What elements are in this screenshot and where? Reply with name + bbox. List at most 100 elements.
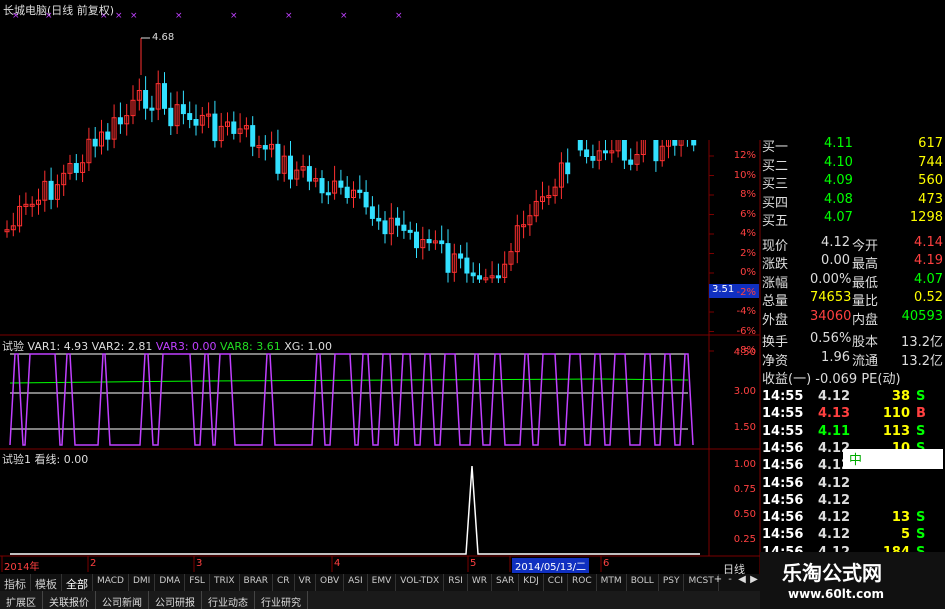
bid-label: 买三 [762, 177, 789, 192]
date-tick: 6 [603, 558, 610, 569]
indicator-tab[interactable]: CR [273, 574, 295, 591]
stat-label: 内盘 [852, 312, 879, 328]
indicator2-tick: 1.00 [733, 459, 756, 470]
tick-price: 4.12 [818, 475, 851, 491]
indicator-tab[interactable]: CCI [544, 574, 569, 591]
badge-text: 中 [849, 453, 863, 468]
bid-price: 4.10 [824, 154, 853, 170]
bid-volume: 744 [918, 154, 943, 170]
bid-label: 买二 [762, 158, 789, 174]
stat-label: 最低 [852, 275, 879, 291]
indicator1-name: 试验 [2, 340, 24, 353]
indicator1-tick: 1.50 [733, 422, 756, 433]
indicator-tab[interactable]: BRAR [240, 574, 274, 591]
indicator2-tick: 0.25 [733, 534, 756, 545]
stat-label: 流通 [852, 353, 879, 369]
indicator-tab[interactable]: EMV [368, 574, 397, 591]
indicator-tab[interactable]: DMI [129, 574, 156, 591]
bottom-tab[interactable]: 行业动态 [202, 591, 255, 609]
stat-label: 最高 [852, 257, 879, 272]
indicator-tab[interactable]: RSI [444, 574, 468, 591]
bottom-tab[interactable]: 关联报价 [43, 591, 96, 609]
candle-body [275, 143, 281, 174]
percent-tick: 12% [733, 150, 756, 161]
spike-line [10, 465, 700, 555]
stat-label: 涨跌 [762, 257, 789, 272]
indicator1-tick: 3.00 [733, 386, 756, 397]
indicator-tab[interactable]: ASI [344, 574, 368, 591]
bottom-tab[interactable]: 公司新闻 [96, 591, 149, 609]
tick-volume: 113 [882, 423, 910, 439]
indicator-tab[interactable]: FSL [185, 574, 210, 591]
percent-tick: 2% [740, 247, 756, 259]
candle-body [357, 189, 363, 193]
scroll-button[interactable]: + [712, 574, 724, 591]
candle-body [149, 107, 155, 111]
date-tick: 2 [90, 558, 97, 569]
candle-body [426, 239, 432, 244]
indicator1-tick: 4.50 [733, 347, 756, 358]
indicator-tab[interactable]: MTM [597, 574, 627, 591]
scroll-button[interactable]: ▶ [748, 574, 760, 591]
candle-body [306, 166, 312, 182]
percent-tick: -4% [736, 306, 756, 317]
signal-marker: × [115, 11, 123, 21]
stat-row: 现价 4.12 今开 4.14 [760, 235, 945, 254]
window-title: 长城电脑(日线 前复权) [3, 4, 115, 17]
tick-price: 4.12 [818, 492, 851, 508]
stat-value: 13.2亿 [901, 353, 943, 369]
scroll-button[interactable]: ◀ [736, 574, 748, 591]
stat-row: 换手 0.56% 股本 13.2亿 [760, 331, 945, 350]
indicator-tab[interactable]: KDJ [519, 574, 544, 591]
indicator1-var: VAR2: 2.81 [88, 340, 153, 353]
floating-badge[interactable]: 中 [843, 449, 943, 469]
indicator-tab[interactable]: VR [295, 574, 316, 591]
candle-body [395, 217, 401, 226]
bid-volume: 617 [918, 136, 943, 151]
indicator-tab[interactable]: 模板 [31, 574, 62, 591]
bottom-tabs: 扩展区 关联报价 公司新闻 公司研报 行业动态 行业研究 [0, 591, 760, 609]
candle-body [262, 145, 268, 150]
indicator-tab[interactable]: DMA [155, 574, 186, 591]
percent-tick: 6% [740, 208, 756, 220]
indicator-tab[interactable]: WR [468, 574, 492, 591]
indicator-tab[interactable]: BOLL [627, 574, 659, 591]
bottom-tab[interactable]: 扩展区 [0, 591, 43, 609]
date-tick: 3 [196, 558, 203, 569]
indicator-tab[interactable]: SAR [492, 574, 520, 591]
indicator1-header: 试验 VAR1: 4.93 VAR2: 2.81 VAR3: 0.00 VAR8… [2, 338, 332, 354]
indicator-tab[interactable]: OBV [316, 574, 345, 591]
stat-value: 1.96 [821, 349, 850, 365]
signal-marker: × [130, 11, 138, 21]
indicator-tab[interactable]: TRIX [210, 574, 240, 591]
var8-line [9, 378, 689, 384]
earnings-row: 收益(一) -0.069 PE(动) [762, 372, 901, 387]
candle-body [477, 275, 482, 280]
tick-side: S [916, 510, 926, 526]
indicator-tab[interactable]: 全部 [62, 574, 93, 591]
candle-body [628, 159, 634, 165]
indicator-tab[interactable]: ROC [568, 574, 597, 591]
signal-marker: × [175, 11, 183, 21]
candle-body [590, 156, 596, 161]
bid-price: 4.08 [824, 191, 853, 207]
bid-volume: 560 [918, 173, 943, 188]
indicator-tab[interactable]: VOL-TDX [396, 574, 445, 591]
tick-row: 14:55 4.12 38 S [760, 389, 945, 407]
tick-row: 14:56 4.12 13 S [760, 510, 945, 528]
candle-body [212, 113, 218, 142]
stat-value: 13.2亿 [901, 335, 943, 350]
bid-label: 买五 [762, 214, 789, 229]
bottom-tab[interactable]: 公司研报 [149, 591, 202, 609]
bid-price: 4.11 [824, 136, 853, 151]
tick-price: 4.13 [818, 406, 851, 422]
indicator-tab[interactable]: PSY [659, 574, 685, 591]
bottom-tab[interactable]: 行业研究 [255, 591, 308, 609]
indicator-tab[interactable]: 指标 [0, 574, 31, 591]
indicator-tab[interactable]: MACD [93, 574, 129, 591]
stat-label: 外盘 [762, 312, 789, 328]
indicator-tabs: 指标 模板 全部 MACD DMI DMA FSL TRIX BRAR CR VR OBV ASI EMV… [0, 574, 760, 591]
tick-price: 4.11 [818, 423, 851, 439]
scroll-button[interactable]: - [724, 574, 736, 591]
candle-body [319, 178, 325, 194]
